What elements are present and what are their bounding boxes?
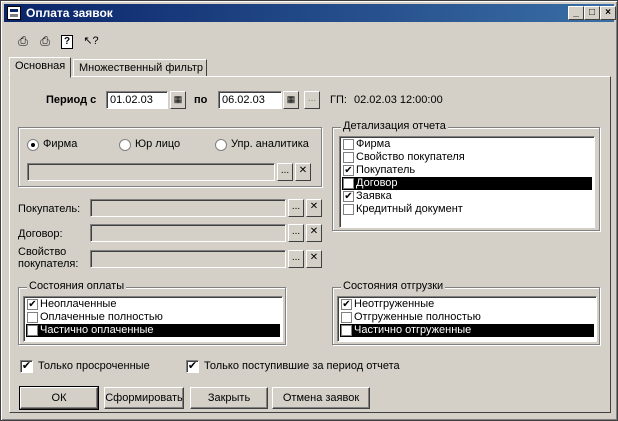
buyer-label: Покупатель: [18, 203, 81, 215]
list-checkbox[interactable]: ✔ [343, 165, 354, 176]
detail-listbox[interactable]: Фирма Свойство покупателя ✔ Покупатель Догов… [339, 136, 595, 228]
list-checkbox[interactable]: ✔ [341, 299, 352, 310]
payment-state-item[interactable]: Частично оплаченные [26, 324, 280, 337]
contract-label: Договор: [18, 228, 63, 240]
detail-list-item[interactable]: ✔ Заявка [342, 190, 592, 203]
list-checkbox[interactable] [341, 325, 352, 336]
list-item-label: Оплаченные полностью [40, 311, 163, 323]
contract-select-button[interactable]: ... [288, 224, 304, 242]
shipment-states-groupbox: Состояния отгрузки ✔ Неотгруженные Отгруже… [332, 280, 600, 345]
list-item-label: Покупатель [356, 164, 416, 176]
minimize-button[interactable]: _ [568, 6, 584, 20]
period-select-button[interactable]: ... [304, 91, 320, 109]
save-settings-icon[interactable]: ⎙ [15, 33, 31, 49]
shipment-state-item[interactable]: Частично отгруженные [340, 324, 594, 337]
list-checkbox[interactable]: ✔ [343, 191, 354, 202]
list-item-label: Неотгруженные [354, 298, 435, 310]
period-label: Период с [46, 94, 97, 106]
buyer-property-clear-icon[interactable]: ✕ [306, 250, 322, 268]
payment-state-item[interactable]: ✔ Неоплаченные [26, 298, 280, 311]
list-checkbox[interactable]: ✔ [27, 299, 38, 310]
radio-legal-entity[interactable] [119, 139, 131, 151]
payment-state-item[interactable]: Оплаченные полностью [26, 311, 280, 324]
app-icon [7, 6, 21, 20]
shipment-states-listbox[interactable]: ✔ Неотгруженные Отгруженные полностью Части… [337, 296, 597, 342]
list-item-label: Частично оплаченные [40, 324, 154, 336]
buyer-input[interactable] [90, 199, 286, 217]
list-checkbox[interactable] [27, 312, 38, 323]
form-report-button[interactable]: Сформировать [104, 387, 184, 409]
only-overdue-label: Только просроченные [38, 360, 150, 372]
list-checkbox[interactable] [343, 204, 354, 215]
buyer-property-select-button[interactable]: ... [288, 250, 304, 268]
payment-states-groupbox: Состояния оплаты ✔ Неоплаченные Оплаченные… [18, 280, 286, 345]
window-title: Оплата заявок [26, 6, 113, 20]
title-bar[interactable]: Оплата заявок _ □ × [4, 4, 616, 22]
buyer-property-label-line2: покупателя: [18, 258, 79, 270]
firm-input[interactable] [27, 163, 275, 181]
radio-firm[interactable] [27, 139, 39, 151]
radio-legal-entity-label: Юр лицо [135, 138, 181, 150]
list-item-label: Кредитный документ [356, 203, 463, 215]
tab-main[interactable]: Основная [9, 57, 71, 78]
buyer-clear-icon[interactable]: ✕ [306, 199, 322, 217]
list-checkbox[interactable] [343, 139, 354, 150]
detail-list-item[interactable]: Кредитный документ [342, 203, 592, 216]
detail-list-item[interactable]: Фирма [342, 138, 592, 151]
close-button[interactable]: × [600, 6, 616, 20]
only-received-label: Только поступившие за период отчета [204, 360, 400, 372]
list-checkbox[interactable] [343, 178, 354, 189]
contract-clear-icon[interactable]: ✕ [306, 224, 322, 242]
payment-states-listbox[interactable]: ✔ Неоплаченные Оплаченные полностью Частичн… [23, 296, 283, 342]
firm-clear-icon[interactable]: ✕ [295, 163, 311, 181]
close-dialog-button[interactable]: Закрыть [190, 387, 268, 409]
buyer-property-label-line1: Свойство [18, 246, 67, 258]
radio-firm-label: Фирма [43, 138, 78, 150]
restore-settings-icon[interactable]: ⎙ [37, 33, 53, 49]
period-to-label: по [194, 94, 208, 106]
list-checkbox[interactable] [27, 325, 38, 336]
list-item-label: Частично отгруженные [354, 324, 472, 336]
list-item-label: Договор [356, 177, 398, 189]
firm-select-button[interactable]: ... [277, 163, 293, 181]
detail-list-item[interactable]: Свойство покупателя [342, 151, 592, 164]
radio-mgmt-analytics-label: Упр. аналитика [231, 138, 309, 150]
only-overdue-checkbox[interactable]: ✔ [20, 360, 33, 373]
period-to-input[interactable]: 06.02.03 [218, 91, 282, 109]
buyer-property-input[interactable] [90, 250, 286, 268]
list-item-label: Фирма [356, 138, 391, 150]
main-tab-panel: Период с 01.02.03 ▦ по 06.02.03 ▦ ... ГП… [9, 76, 611, 413]
gp-value: 02.02.03 12:00:00 [354, 94, 443, 106]
buyer-select-button[interactable]: ... [288, 199, 304, 217]
help-icon[interactable]: ? [61, 35, 73, 49]
only-received-checkbox[interactable]: ✔ [186, 360, 199, 373]
detail-groupbox: Детализация отчета Фирма Свойство покупат… [332, 120, 600, 231]
shipment-state-item[interactable]: Отгруженные полностью [340, 311, 594, 324]
tab-multiple-filter[interactable]: Множественный фильтр [73, 59, 207, 77]
context-help-icon[interactable]: ↖? [81, 33, 101, 49]
list-checkbox[interactable] [343, 152, 354, 163]
period-from-input[interactable]: 01.02.03 [106, 91, 168, 109]
ok-button[interactable]: ОК [19, 386, 99, 410]
calendar-from-icon[interactable]: ▦ [170, 91, 186, 109]
calendar-to-icon[interactable]: ▦ [283, 91, 299, 109]
contract-input[interactable] [90, 224, 286, 242]
shipment-state-item[interactable]: ✔ Неотгруженные [340, 298, 594, 311]
detail-list-item[interactable]: ✔ Покупатель [342, 164, 592, 177]
firm-groupbox: Фирма Юр лицо Упр. аналитика ... ✕ [18, 127, 322, 187]
list-item-label: Неоплаченные [40, 298, 117, 310]
report-window: Оплата заявок _ □ × ⎙ ⎙ ? ↖? Основная Мн… [0, 0, 618, 421]
maximize-button[interactable]: □ [584, 6, 600, 20]
shipment-states-title: Состояния отгрузки [341, 280, 446, 292]
list-checkbox[interactable] [341, 312, 352, 323]
gp-label: ГП: [330, 94, 347, 106]
detail-title: Детализация отчета [341, 120, 448, 132]
payment-states-title: Состояния оплаты [27, 280, 127, 292]
cancel-requests-button[interactable]: Отмена заявок [272, 387, 370, 409]
list-item-label: Заявка [356, 190, 392, 202]
list-item-label: Отгруженные полностью [354, 311, 481, 323]
detail-list-item[interactable]: Договор [342, 177, 592, 190]
radio-mgmt-analytics[interactable] [215, 139, 227, 151]
list-item-label: Свойство покупателя [356, 151, 465, 163]
